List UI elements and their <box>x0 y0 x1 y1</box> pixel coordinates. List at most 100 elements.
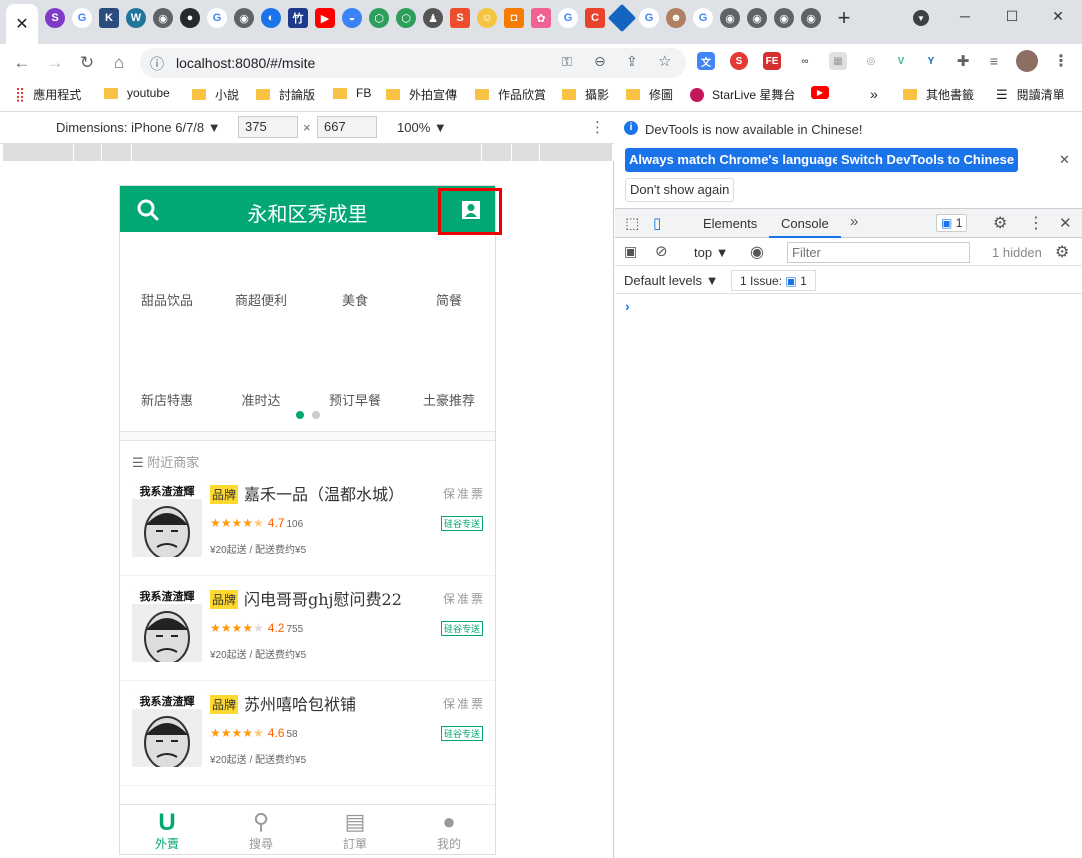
bookmark-other[interactable]: 其他書籤 <box>903 86 974 103</box>
maximize-icon[interactable]: ☐ <box>992 4 1032 28</box>
tab-favicon[interactable]: ☺ <box>477 8 497 28</box>
translate-extension-icon[interactable]: 文 <box>697 52 715 70</box>
bookmark-item[interactable]: 小說 <box>192 86 239 103</box>
carousel-dot[interactable] <box>312 411 320 419</box>
tab-favicon[interactable]: ♟ <box>423 8 443 28</box>
messages-badge[interactable]: ▣ 1 <box>936 214 968 232</box>
shop-item[interactable]: 我系渣渣輝 品牌 苏州嘻哈包袱铺 保准票 ★★★★★ 4.6 58 硅谷专送 ¥20… <box>120 681 495 786</box>
category-item[interactable]: 准时达 <box>214 390 308 409</box>
tab-favicon[interactable]: 竹 <box>288 8 308 28</box>
console-prompt[interactable]: › <box>625 298 630 314</box>
new-tab-button[interactable]: + <box>834 5 854 30</box>
device-select[interactable]: Dimensions: iPhone 6/7/8 ▼ <box>56 120 221 135</box>
url-text[interactable]: localhost:8080/#/msite <box>176 55 315 71</box>
bookmark-item[interactable]: 外拍宣傳 <box>386 86 457 103</box>
reload-icon[interactable]: ↻ <box>74 50 100 76</box>
media-control-icon[interactable]: ≡ <box>985 52 1003 70</box>
tab-favicon[interactable]: ☻ <box>666 8 686 28</box>
extension-icon[interactable]: Y <box>922 52 940 70</box>
youtube-tab-icon[interactable]: ▶ <box>315 8 335 28</box>
tab-favicon[interactable]: ◐ <box>261 8 281 28</box>
more-tabs-icon[interactable]: » <box>850 213 858 230</box>
globe-tab-icon[interactable]: ◉ <box>153 8 173 28</box>
close-tab-icon[interactable]: ✕ <box>6 4 38 44</box>
category-item[interactable]: 新店特惠 <box>120 390 214 409</box>
bookmark-youtube[interactable]: ▶ <box>811 86 829 99</box>
device-toggle-icon[interactable]: ▯ <box>653 214 661 232</box>
bookmark-item[interactable]: 修圖 <box>626 86 673 103</box>
extension-icon[interactable]: FE <box>763 52 781 70</box>
tab-favicon[interactable] <box>607 3 637 33</box>
tab-favicon[interactable]: S <box>45 8 65 28</box>
nav-orders[interactable]: ▤ 訂單 <box>308 809 402 852</box>
bookmark-item[interactable]: StarLive 星舞台 <box>690 86 795 103</box>
tab-favicon[interactable]: ✿ <box>531 8 551 28</box>
key-icon[interactable]: ⚿ <box>562 54 572 70</box>
globe-tab-icon[interactable]: ◉ <box>747 8 767 28</box>
extension-icon[interactable]: S <box>730 52 748 70</box>
bookmark-reading-list[interactable]: ☰ 閱讀清單 <box>996 86 1065 103</box>
shopee-tab-icon[interactable]: S <box>450 8 470 28</box>
switch-chinese-button[interactable]: Switch DevTools to Chinese <box>837 148 1019 172</box>
google-tab-icon[interactable]: G <box>207 8 227 28</box>
github-tab-icon[interactable]: ● <box>180 8 200 28</box>
globe-tab-icon[interactable]: ◉ <box>801 8 821 28</box>
settings-gear-icon[interactable]: ⚙ <box>993 213 1007 233</box>
close-window-icon[interactable]: ✕ <box>1038 4 1078 28</box>
inspect-icon[interactable]: ⬚ <box>625 214 639 232</box>
device-more-icon[interactable]: ⋮ <box>590 118 605 136</box>
tab-favicon[interactable]: ⬡ <box>369 8 389 28</box>
filter-input[interactable] <box>787 242 970 263</box>
category-item[interactable]: 预订早餐 <box>308 390 402 409</box>
wordpress-tab-icon[interactable]: W <box>126 8 146 28</box>
bookmark-star-icon[interactable]: ☆ <box>658 52 671 70</box>
google-tab-icon[interactable]: G <box>693 8 713 28</box>
more-bookmarks-icon[interactable]: » <box>870 86 878 102</box>
home-icon[interactable]: ⌂ <box>106 50 132 76</box>
nav-profile[interactable]: ● 我的 <box>402 809 495 852</box>
category-item[interactable]: 商超便利 <box>214 290 308 309</box>
dont-show-button[interactable]: Don't show again <box>625 178 735 202</box>
context-select[interactable]: top ▼ <box>694 245 729 260</box>
shop-item[interactable]: 我系渣渣輝 品牌 闪电哥哥ghj慰问费22 保准票 ★★★★★ 4.2 755 硅谷… <box>120 576 495 681</box>
share-icon[interactable]: ⇪ <box>626 53 638 70</box>
bookmark-item[interactable]: 攝影 <box>562 86 609 103</box>
issues-button[interactable]: 1 Issue: ▣ 1 <box>731 270 816 291</box>
levels-select[interactable]: Default levels ▼ <box>624 273 719 288</box>
globe-tab-icon[interactable]: ◉ <box>774 8 794 28</box>
tab-favicon[interactable]: ◘ <box>504 8 524 28</box>
bookmark-item[interactable]: FB <box>333 86 371 100</box>
tab-favicon[interactable]: C <box>585 8 605 28</box>
globe-tab-icon[interactable]: ◉ <box>234 8 254 28</box>
globe-tab-icon[interactable]: ◉ <box>720 8 740 28</box>
console-settings-icon[interactable]: ⚙ <box>1055 242 1069 262</box>
google-tab-icon[interactable]: G <box>558 8 578 28</box>
bookmark-item[interactable]: youtube <box>104 86 170 100</box>
sidebar-toggle-icon[interactable]: ▣ <box>624 243 637 260</box>
puzzle-extensions-icon[interactable]: ✚ <box>954 52 972 70</box>
profile-avatar[interactable] <box>1016 50 1038 72</box>
google-tab-icon[interactable]: G <box>639 8 659 28</box>
bookmark-item[interactable]: 討論版 <box>256 86 315 103</box>
devtools-menu-icon[interactable]: ⋮ <box>1028 213 1044 233</box>
tab-elements[interactable]: Elements <box>703 216 757 231</box>
extension-icon[interactable]: ▦ <box>829 52 847 70</box>
minimize-icon[interactable]: ─ <box>945 4 985 28</box>
bookmark-item[interactable]: 作品欣賞 <box>475 86 546 103</box>
extension-icon[interactable]: ∞ <box>796 52 814 70</box>
tab-favicon[interactable]: ◒ <box>342 8 362 28</box>
menu-kebab-icon[interactable]: ⋮ <box>1052 52 1070 70</box>
extension-icon[interactable]: ◎ <box>862 52 880 70</box>
zoom-icon[interactable]: ⊖ <box>594 53 606 70</box>
clear-console-icon[interactable]: ⊘ <box>655 242 668 260</box>
tab-search-icon[interactable]: ▼ <box>913 10 929 26</box>
shop-item[interactable]: 我系渣渣輝 品牌 嘉禾一品（温都水城） 保准票 ★★★★★ 4.7 106 硅谷专送… <box>120 471 495 576</box>
tab-favicon[interactable]: K <box>99 8 119 28</box>
nav-search[interactable]: ⚲ 搜尋 <box>214 809 308 852</box>
google-tab-icon[interactable]: G <box>72 8 92 28</box>
close-notice-icon[interactable]: ✕ <box>1059 152 1070 168</box>
zoom-select[interactable]: 100% ▼ <box>397 120 447 135</box>
address-bar[interactable]: ⓘ localhost:8080/#/msite ⚿ ⊖ ⇪ ☆ <box>140 48 686 78</box>
media-query-ruler[interactable] <box>3 144 612 161</box>
nav-takeout[interactable]: U 外賣 <box>120 809 214 852</box>
